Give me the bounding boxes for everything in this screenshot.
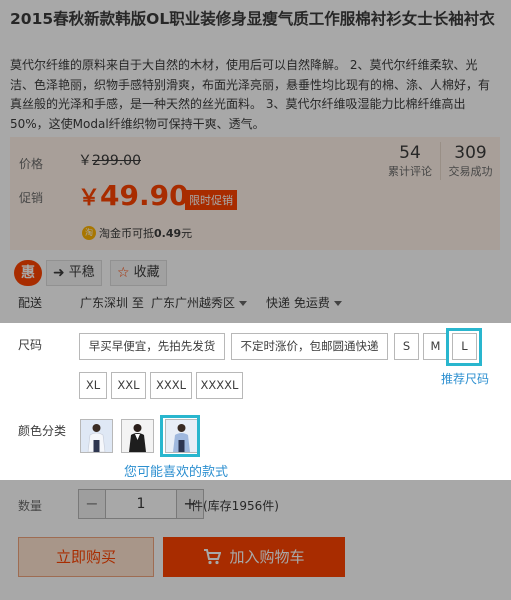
coin-unit: 元 (181, 227, 193, 240)
stat-reviews[interactable]: 54 累计评论 (380, 142, 440, 180)
favorite-label: 收藏 (133, 265, 160, 280)
price-label: 价格 (19, 157, 44, 171)
pingwen-label: 平稳 (68, 265, 95, 280)
price-panel: 价格 ￥299.00 促销 ￥49.90 限时促销 54 累计评论 309 交易… (10, 137, 500, 250)
size-label: 尺码 (18, 338, 43, 352)
product-title: 2015春秋新款韩版OL职业装修身显瘦气质工作服棉衬衫女士长袖衬衣 (10, 10, 495, 28)
shipping-from: 广东深圳 至 (80, 296, 144, 310)
shipping-destination-select[interactable]: 广东广州越秀区 (151, 294, 248, 311)
shirt-black-thumbnail (122, 420, 153, 452)
size-option[interactable]: 不定时涨价，包邮圆通快递 (231, 333, 388, 360)
stat-label: 交易成功 (448, 165, 493, 178)
size-option-m[interactable]: M (423, 333, 448, 360)
original-price: ￥299.00 (78, 150, 141, 170)
promo-tag: 限时促销 (185, 190, 237, 210)
destination-text: 广东广州越秀区 (151, 296, 236, 310)
promo-currency: ￥ (78, 186, 101, 211)
favorite-button[interactable]: ☆ 收藏 (110, 260, 167, 286)
currency-symbol: ￥ (78, 153, 92, 169)
recommend-size-note: 推荐尺码 (441, 372, 490, 386)
stat-transactions[interactable]: 309 交易成功 (440, 142, 500, 180)
coin-icon: 淘 (82, 226, 96, 240)
size-highlight-box (446, 328, 482, 366)
decrement-button[interactable]: − (78, 489, 106, 519)
color-swatch-white-shirt[interactable] (80, 419, 113, 453)
size-option-xxxl[interactable]: XXXL (150, 372, 192, 399)
color-swatch-black-shirt[interactable] (121, 419, 154, 453)
color-label: 颜色分类 (18, 424, 67, 438)
promo-price: ￥49.90 (78, 179, 189, 212)
chevron-down-icon (239, 301, 248, 306)
arrow-right-icon: ➜ (53, 265, 65, 281)
stock-info: 件(库存1956件) (191, 499, 279, 513)
chevron-down-icon (333, 301, 342, 306)
stat-value: 309 (454, 143, 487, 163)
product-description: 莫代尔纤维的原料来自于大自然的木材，使用后可以自然降解。 2、莫代尔纤维柔软、光… (10, 58, 491, 131)
coin-amount: 0.49 (154, 226, 182, 240)
add-to-cart-button[interactable]: 加入购物车 (163, 537, 345, 577)
recommend-style-note: 您可能喜欢的款式 (124, 465, 229, 480)
color-highlight-box (160, 415, 200, 457)
original-price-value: 299.00 (92, 153, 141, 169)
quantity-input[interactable]: 1 (106, 489, 176, 519)
size-option[interactable]: 早买早便宜，先拍先发货 (79, 333, 225, 360)
method-text: 快递 免运费 (266, 296, 330, 310)
size-option-xxl[interactable]: XXL (111, 372, 146, 399)
buy-now-button[interactable]: 立即购买 (18, 537, 154, 577)
taojinbi-row: 淘 淘金币可抵 0.49 元 (82, 225, 192, 241)
product-info-section: 2015春秋新款韩版OL职业装修身显瘦气质工作服棉衬衫女士长袖衬衣 莫代尔纤维的… (0, 0, 511, 323)
pingwen-button[interactable]: ➜ 平稳 (46, 260, 102, 286)
hui-badge[interactable]: 惠 (14, 260, 42, 286)
quantity-label: 数量 (18, 499, 43, 513)
shipping-method-select[interactable]: 快递 免运费 (266, 294, 342, 311)
sales-stats: 54 累计评论 309 交易成功 (380, 142, 500, 180)
size-option-xxxxl[interactable]: XXXXL (196, 372, 243, 399)
star-icon: ☆ (117, 265, 130, 281)
promo-price-value: 49.90 (100, 179, 189, 212)
cart-icon (203, 549, 222, 565)
shipping-label: 配送 (18, 296, 43, 310)
quantity-stepper: − 1 + (78, 489, 204, 519)
add-to-cart-label: 加入购物车 (229, 548, 305, 566)
size-option-s[interactable]: S (394, 333, 419, 360)
promo-label: 促销 (19, 191, 44, 205)
shirt-white-thumbnail (81, 420, 112, 452)
stat-label: 累计评论 (388, 165, 432, 178)
size-option-xl[interactable]: XL (79, 372, 107, 399)
stat-value: 54 (399, 143, 421, 163)
coin-text: 淘金币可抵 (99, 227, 154, 240)
